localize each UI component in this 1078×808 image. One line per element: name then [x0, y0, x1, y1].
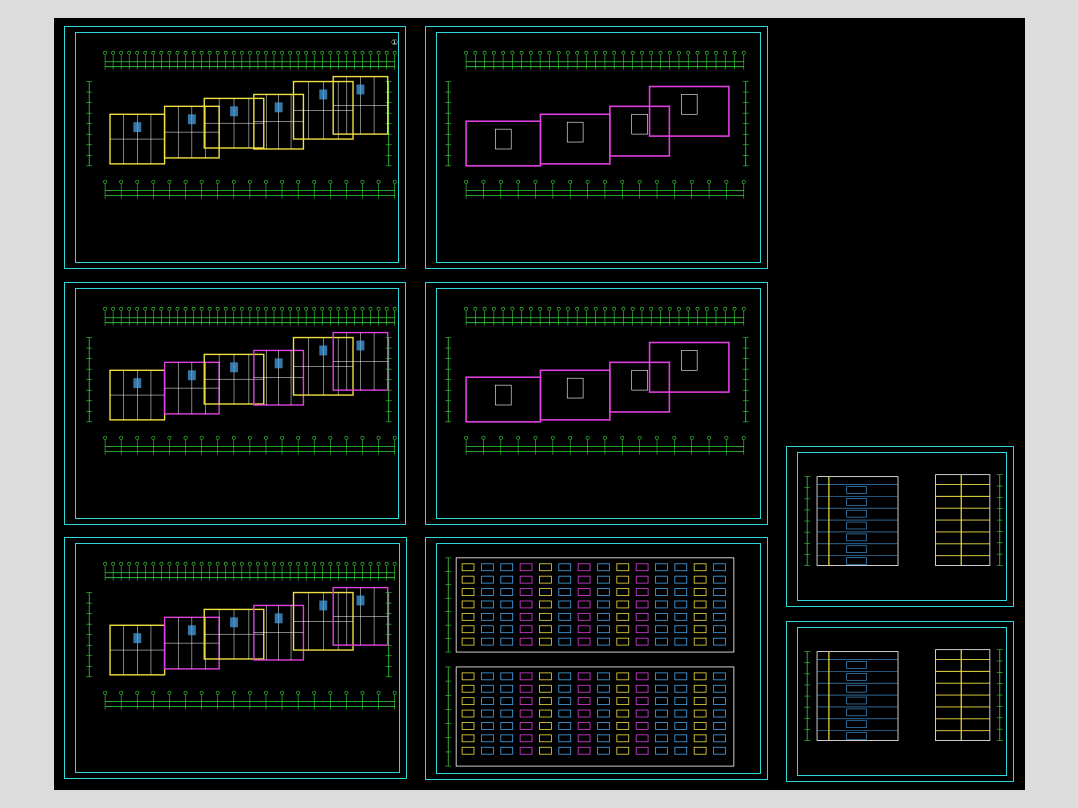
sheet-marker: ①	[391, 38, 399, 47]
floor-plan-drawing	[86, 306, 397, 455]
sheet-plan-attic[interactable]	[425, 282, 768, 525]
sheet-plan-upper[interactable]	[64, 537, 407, 779]
elevation-drawing	[445, 557, 735, 767]
section-drawing	[804, 474, 1003, 566]
sheet-plan-roof[interactable]	[425, 26, 768, 269]
floor-plan-drawing	[86, 561, 397, 710]
sheet-elevations[interactable]	[425, 537, 768, 780]
sheet-sections-b[interactable]	[786, 621, 1014, 782]
sheet-sections-a[interactable]	[786, 446, 1014, 607]
sheet-plan-typical[interactable]	[64, 282, 406, 525]
section-drawing	[804, 649, 1003, 741]
sheet-plan-ground[interactable]: ①	[64, 26, 406, 269]
attic-plan-drawing	[445, 306, 749, 455]
cad-model-space[interactable]: ①	[54, 18, 1025, 790]
floor-plan-drawing	[86, 50, 397, 199]
roof-plan-drawing	[445, 50, 749, 199]
